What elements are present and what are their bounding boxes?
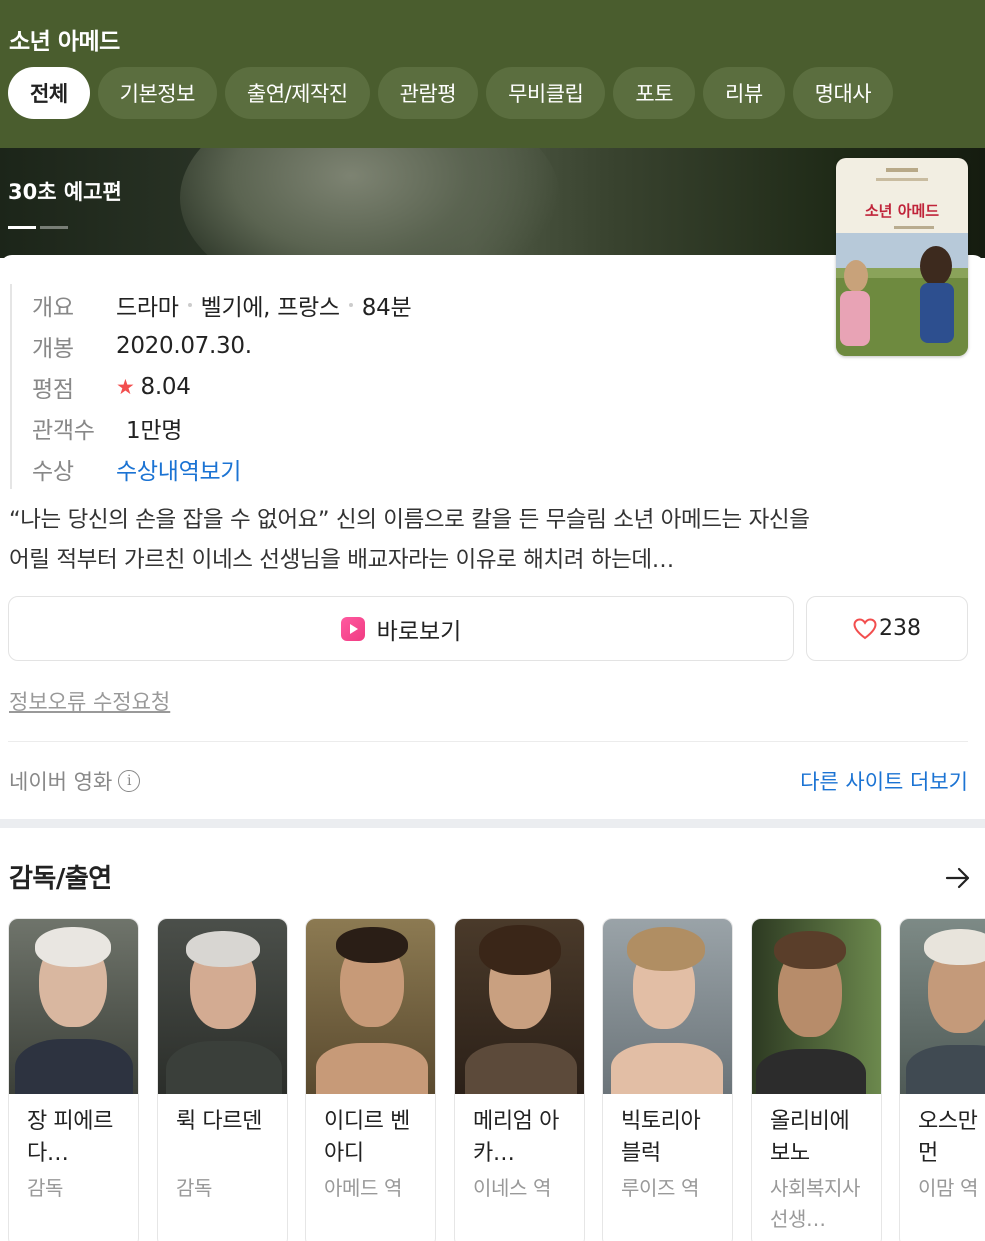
release-date-value: 2020.07.30. [116,332,252,359]
tab-basic-info[interactable]: 기본정보 [97,67,217,119]
award-label: 수상 [32,458,74,485]
rating-label: 평점 [32,376,74,403]
trailer-indicator[interactable] [40,226,68,229]
info-row-rating: 평점 ★ 8.04 [32,366,411,407]
movie-header: 소년 아메드 전체 기본정보 출연/제작진 관람평 무비클립 포토 리뷰 명대사 [0,0,985,148]
tab-quotes[interactable]: 명대사 [792,67,894,119]
play-tv-icon [340,616,365,641]
cast-photo [455,919,584,1094]
divider [8,741,968,742]
cast-name: 빅토리아 블럭 [621,1109,701,1166]
cast-name: 이디르 벤 아디 [324,1109,410,1166]
like-count: 238 [879,616,921,641]
synopsis-line: 어릴 적부터 가르친 이네스 선생님을 배교자라는 이유로 해치려 하는데… [9,547,674,573]
tab-reviews-audience[interactable]: 관람평 [377,67,479,119]
cast-role: 아메드 역 [324,1176,402,1200]
award-history-link[interactable]: 수상내역보기 [116,452,241,486]
movie-poster[interactable]: 소년 아메드 [836,158,968,356]
like-button[interactable]: 238 [806,596,968,661]
trailer-label: 30초 예고편 [8,180,122,204]
cast-card[interactable]: 빅토리아 블럭 루이즈 역 [602,918,733,1241]
cast-name: 장 피에르 다… [27,1109,113,1166]
trailer-indicator-active[interactable] [8,226,36,229]
source-info[interactable]: 네이버 영화 i [9,766,141,796]
watch-now-label: 바로보기 [376,618,462,645]
cast-carousel[interactable]: 장 피에르 다… 감독 뤽 다르덴 감독 이디르 벤 아디 아메드 역 메리엄 … [8,918,985,1241]
star-icon: ★ [116,374,135,399]
tab-movie-clips[interactable]: 무비클립 [486,67,606,119]
cast-role: 루이즈 역 [621,1176,699,1200]
arrow-right-icon[interactable] [945,866,971,890]
rating-value: 8.04 [140,373,191,400]
audience-value: 1만명 [126,417,183,444]
watch-now-button[interactable]: 바로보기 [8,596,794,661]
info-row-award: 수상 수상내역보기 [32,448,411,489]
cast-card[interactable]: 올리비에 보노 사회복지사 선생… [751,918,882,1241]
cast-role: 이네스 역 [473,1176,551,1200]
cast-role: 사회복지사 선생… [770,1176,860,1231]
cast-photo [306,919,435,1094]
country-value: 벨기에, 프랑스 [200,294,340,321]
movie-title: 소년 아메드 [9,29,120,55]
separator-dot [348,302,353,307]
cast-card[interactable]: 뤽 다르덴 감독 [157,918,288,1241]
runtime-value: 84분 [361,294,412,321]
audience-label: 관객수 [32,417,95,444]
cast-name: 메리엄 아카… [473,1109,559,1166]
overview-label: 개요 [32,294,74,321]
tab-bar: 전체 기본정보 출연/제작진 관람평 무비클립 포토 리뷰 명대사 [8,67,894,119]
cast-role: 감독 [176,1176,212,1200]
synopsis-line: “나는 당신의 손을 잡을 수 없어요” 신의 이름으로 칼을 든 무슬림 소년… [9,507,810,533]
movie-info-list: 개요 드라마 벨기에, 프랑스 84분 개봉 2020.07.30. 평점 ★ … [10,284,412,489]
cast-role: 감독 [27,1176,63,1200]
heart-icon [853,617,877,639]
cast-photo [752,919,881,1094]
separator-dot [187,302,192,307]
tab-cast-crew[interactable]: 출연/제작진 [224,67,370,119]
cast-card[interactable]: 이디르 벤 아디 아메드 역 [305,918,436,1241]
info-row-overview: 개요 드라마 벨기에, 프랑스 84분 [32,284,412,325]
cast-name: 올리비에 보노 [770,1109,850,1166]
more-sites-link[interactable]: 다른 사이트 더보기 [800,766,968,796]
report-error-link[interactable]: 정보오류 수정요청 [9,686,170,716]
cast-photo [603,919,732,1094]
cast-name: 오스만 모먼 [918,1109,985,1166]
genre-value: 드라마 [116,294,179,321]
info-icon[interactable]: i [118,770,141,792]
cast-section-title: 감독/출연 [9,864,112,894]
cast-name: 뤽 다르덴 [176,1109,262,1134]
cast-card[interactable]: 장 피에르 다… 감독 [8,918,139,1241]
section-gap [0,819,985,828]
cast-photo [900,919,985,1094]
release-label: 개봉 [32,335,74,362]
cast-photo [9,919,138,1094]
cast-card[interactable]: 오스만 모먼 이맘 역 [899,918,985,1241]
poster-title-text: 소년 아메드 [865,202,939,220]
info-row-audience: 관객수 1만명 [32,407,411,448]
trailer-still [180,148,560,258]
info-row-release: 개봉 2020.07.30. [32,325,411,366]
synopsis-text[interactable]: “나는 당신의 손을 잡을 수 없어요” 신의 이름으로 칼을 든 무슬림 소년… [9,500,977,580]
source-label: 네이버 영화 [9,770,113,794]
tab-reviews[interactable]: 리뷰 [703,67,785,119]
tab-all[interactable]: 전체 [8,67,90,119]
cast-card[interactable]: 메리엄 아카… 이네스 역 [454,918,585,1241]
cast-photo [158,919,287,1094]
tab-photos[interactable]: 포토 [613,67,695,119]
cast-role: 이맘 역 [918,1176,978,1200]
